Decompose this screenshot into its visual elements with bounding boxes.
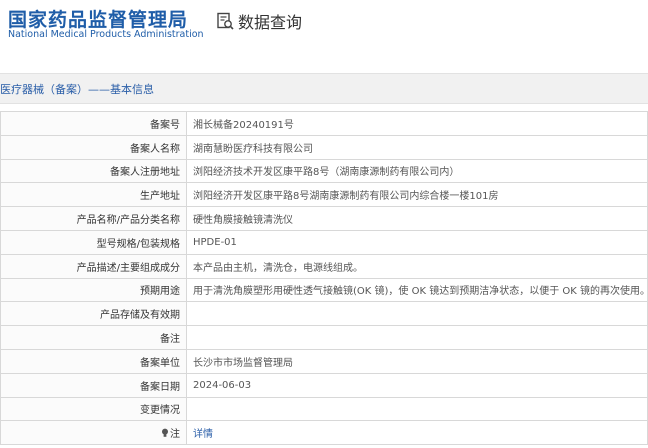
- field-label: 备案日期: [0, 372, 187, 398]
- field-label: 产品描述/主要组成成分: [0, 253, 187, 279]
- field-label: 备案号: [0, 111, 187, 136]
- field-value: [186, 396, 648, 422]
- section-title: 医疗器械（备案）——基本信息: [0, 83, 154, 96]
- logo-subtitle: National Medical Products Administration: [8, 29, 204, 40]
- table-row: 备案人注册地址 浏阳经济技术开发区康平路8号（湖南康源制药有限公司内）: [0, 158, 648, 184]
- data-query-label: 数据查询: [238, 13, 303, 32]
- logo-title[interactable]: 国家药品监督管理局: [8, 5, 188, 32]
- field-value: 用于清洗角膜塑形用硬性透气接触镜(OK 镜)，使 OK 镜达到预期洁净状态，以便…: [186, 277, 648, 303]
- field-label: 产品存储及有效期: [0, 301, 187, 327]
- table-row: 产品描述/主要组成成分 本产品由主机，清洗仓，电源线组成。: [0, 253, 648, 279]
- site-header: 国家药品监督管理局 National Medical Products Admi…: [0, 0, 648, 62]
- field-value: 浏阳经济开发区康平路8号湖南康源制药有限公司内综合楼一楼101房: [186, 182, 648, 208]
- field-value: 2024-06-03: [186, 372, 648, 398]
- field-label: 变更情况: [0, 396, 187, 422]
- table-row: 备案人名称 湖南慧盼医疗科技有限公司: [0, 134, 648, 160]
- field-value: [186, 325, 648, 350]
- table-row: 备案单位 长沙市市场监督管理局: [0, 348, 648, 374]
- table-row: 备案号 湘长械备20240191号: [0, 111, 648, 136]
- field-label: 产品名称/产品分类名称: [0, 206, 187, 231]
- table-row: 注 详情: [0, 420, 648, 446]
- field-value: 硬性角膜接触镜清洗仪: [186, 206, 648, 231]
- table-row: 变更情况: [0, 396, 648, 422]
- field-label: 生产地址: [0, 182, 187, 208]
- field-value: 长沙市市场监督管理局: [186, 348, 648, 374]
- note-label-cell: 注: [0, 420, 187, 446]
- data-query-link[interactable]: 数据查询: [216, 10, 302, 32]
- table-row: 备案日期 2024-06-03: [0, 372, 648, 398]
- field-value: 湘长械备20240191号: [186, 111, 648, 136]
- info-table: 备案号 湘长械备20240191号 备案人名称 湖南慧盼医疗科技有限公司 备案人…: [0, 111, 648, 446]
- field-value: [186, 301, 648, 327]
- field-label: 型号规格/包装规格: [0, 229, 187, 255]
- table-row: 生产地址 浏阳经济开发区康平路8号湖南康源制药有限公司内综合楼一楼101房: [0, 182, 648, 208]
- field-label: 备注: [0, 325, 187, 350]
- field-value: 浏阳经济技术开发区康平路8号（湖南康源制药有限公司内）: [186, 158, 648, 184]
- table-row: 产品存储及有效期: [0, 301, 648, 327]
- field-label: 注: [170, 429, 180, 441]
- table-row: 产品名称/产品分类名称 硬性角膜接触镜清洗仪: [0, 206, 648, 231]
- search-document-icon: [217, 12, 234, 30]
- field-label: 备案单位: [0, 348, 187, 374]
- field-value: 本产品由主机，清洗仓，电源线组成。: [186, 253, 648, 279]
- field-label: 备案人名称: [0, 134, 187, 160]
- table-row: 预期用途 用于清洗角膜塑形用硬性透气接触镜(OK 镜)，使 OK 镜达到预期洁净…: [0, 277, 648, 303]
- lightbulb-icon: [162, 428, 168, 438]
- section-header: 医疗器械（备案）——基本信息: [0, 73, 648, 104]
- field-value: HPDE-01: [186, 229, 648, 255]
- table-row: 型号规格/包装规格 HPDE-01: [0, 229, 648, 255]
- field-value: 湖南慧盼医疗科技有限公司: [186, 134, 648, 160]
- field-label: 预期用途: [0, 277, 187, 303]
- details-link[interactable]: 详情: [193, 429, 213, 440]
- field-label: 备案人注册地址: [0, 158, 187, 184]
- table-row: 备注: [0, 325, 648, 350]
